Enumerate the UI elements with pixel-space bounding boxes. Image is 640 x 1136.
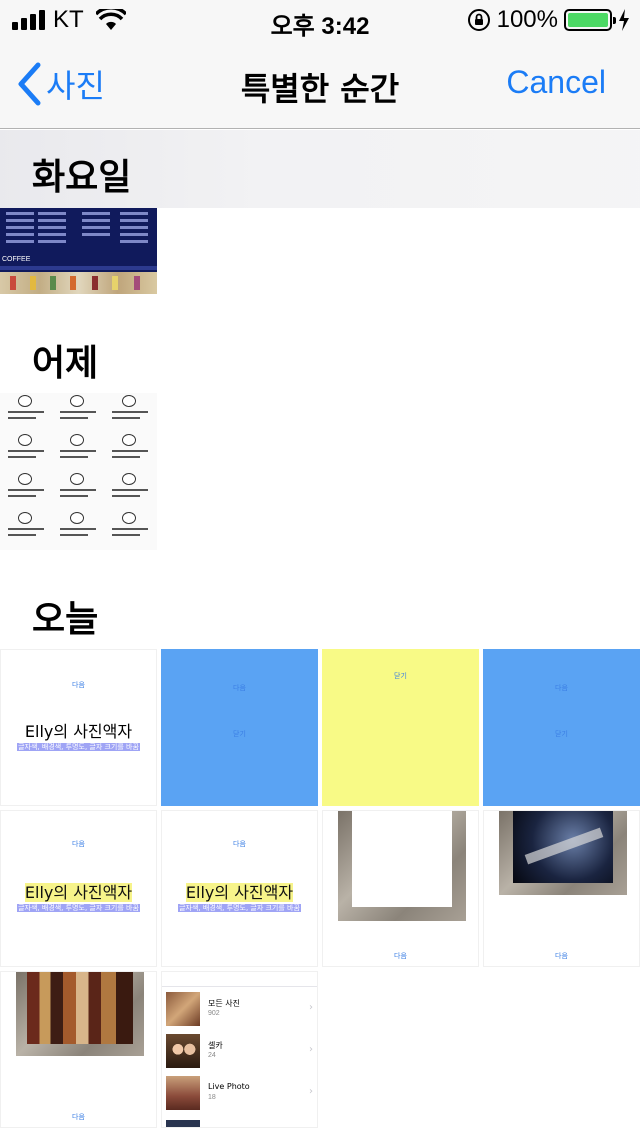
battery-icon	[564, 9, 616, 31]
album-row: 셀카 24 ›	[162, 1034, 317, 1074]
photo-thumbnail-yellow[interactable]: 닫기	[322, 649, 479, 806]
chevron-left-icon	[18, 62, 41, 106]
section-header-tuesday: 화요일	[0, 130, 640, 208]
status-bar: KT 오후 3:42 100%	[0, 0, 640, 40]
frame-title: Elly의 사진액자	[185, 883, 294, 902]
next-label: 다음	[555, 685, 568, 692]
comic-panel	[0, 432, 52, 471]
close-label: 닫기	[555, 731, 568, 738]
photo-thumbnail-coffee-menu[interactable]: COFFEE	[0, 208, 157, 294]
next-label: 다음	[233, 685, 246, 692]
photo-thumbnail-empty-frame[interactable]: 다음	[322, 810, 479, 967]
comic-panel	[104, 510, 156, 549]
section-title: 화요일	[32, 157, 132, 198]
comic-panel	[52, 510, 104, 549]
photo-thumbnail-books-frame[interactable]: 다음	[0, 971, 157, 1128]
section-header-today: 오늘	[32, 599, 99, 640]
photo-thumbnail-albums-list[interactable]: 모든 사진 902 › 셀카 24 › Live Photo 18 ›	[161, 971, 318, 1128]
frame-title: Elly의 사진액자	[24, 722, 133, 741]
album-thumbnail	[166, 1076, 200, 1110]
photo-thumbnail-frame-yellow-2[interactable]: 다음 Elly의 사진액자 글자색, 배경색, 투명도, 글자 크기를 바꿈	[161, 810, 318, 967]
orientation-lock-icon	[467, 9, 490, 31]
frame-subtitle: 글자색, 배경색, 투명도, 글자 크기를 바꿈	[17, 743, 140, 751]
next-label: 다음	[394, 953, 407, 960]
next-label: 다음	[555, 953, 568, 960]
comic-panel	[104, 471, 156, 510]
section-header-yesterday: 어제	[32, 343, 99, 384]
back-button-label: 사진	[46, 67, 105, 105]
coffee-brand-text: COFFEE	[2, 256, 31, 263]
photo-thumbnail-blue-2[interactable]: 다음 닫기	[483, 649, 640, 806]
comic-panel	[52, 393, 104, 432]
album-count: 24	[208, 1052, 216, 1059]
album-row: Live Photo 18 ›	[162, 1076, 317, 1116]
comic-panel	[52, 471, 104, 510]
photo-thumbnail-frame-yellow[interactable]: 다음 Elly의 사진액자 글자색, 배경색, 투명도, 글자 크기를 바꿈	[0, 810, 157, 967]
photo-thumbnail-frame-app[interactable]: 다음 Elly의 사진액자 글자색, 배경색, 투명도, 글자 크기를 바꿈	[0, 649, 157, 806]
album-count: 902	[208, 1010, 220, 1017]
back-button[interactable]: 사진	[16, 62, 105, 106]
navigation-bar: 사진 특별한 순간 Cancel	[0, 40, 640, 129]
screen: KT 오후 3:42 100% 사진 특별한 순간 Cancel 화요일 COF…	[0, 0, 640, 1136]
chevron-right-icon: ›	[309, 1044, 313, 1055]
next-label: 다음	[72, 682, 85, 689]
close-label: 닫기	[233, 731, 246, 738]
frame-title: Elly의 사진액자	[24, 883, 133, 902]
status-right: 100%	[467, 6, 630, 33]
next-label: 다음	[72, 1114, 85, 1121]
frame-subtitle: 글자색, 배경색, 투명도, 글자 크기를 바꿈	[17, 904, 140, 912]
comic-panel	[0, 471, 52, 510]
comic-panel	[104, 393, 156, 432]
comic-panel	[0, 393, 52, 432]
album-thumbnail	[166, 1034, 200, 1068]
chevron-right-icon: ›	[309, 1002, 313, 1013]
battery-level	[568, 13, 608, 27]
cancel-button[interactable]: Cancel	[506, 64, 606, 101]
frame-subtitle: 글자색, 배경색, 투명도, 글자 크기를 바꿈	[178, 904, 301, 912]
album-name: Live Photo	[208, 1082, 250, 1091]
photo-thumbnail-blue[interactable]: 다음 닫기	[161, 649, 318, 806]
next-label: 다음	[72, 841, 85, 848]
album-thumbnail	[166, 992, 200, 1026]
charging-bolt-icon	[619, 9, 629, 31]
comic-panel	[104, 432, 156, 471]
photo-thumbnail-comic[interactable]	[0, 393, 157, 550]
album-name: 모든 사진	[208, 999, 240, 1008]
chevron-right-icon: ›	[309, 1086, 313, 1097]
battery-percent: 100%	[496, 6, 558, 33]
album-name: 셀카	[208, 1041, 223, 1050]
photo-thumbnail-guitar-frame[interactable]: 다음	[483, 810, 640, 967]
album-count: 18	[208, 1094, 216, 1101]
comic-panel	[0, 510, 52, 549]
album-row: 모든 사진 902 ›	[162, 992, 317, 1032]
comic-panel	[52, 432, 104, 471]
close-label: 닫기	[394, 673, 407, 680]
next-label: 다음	[233, 841, 246, 848]
